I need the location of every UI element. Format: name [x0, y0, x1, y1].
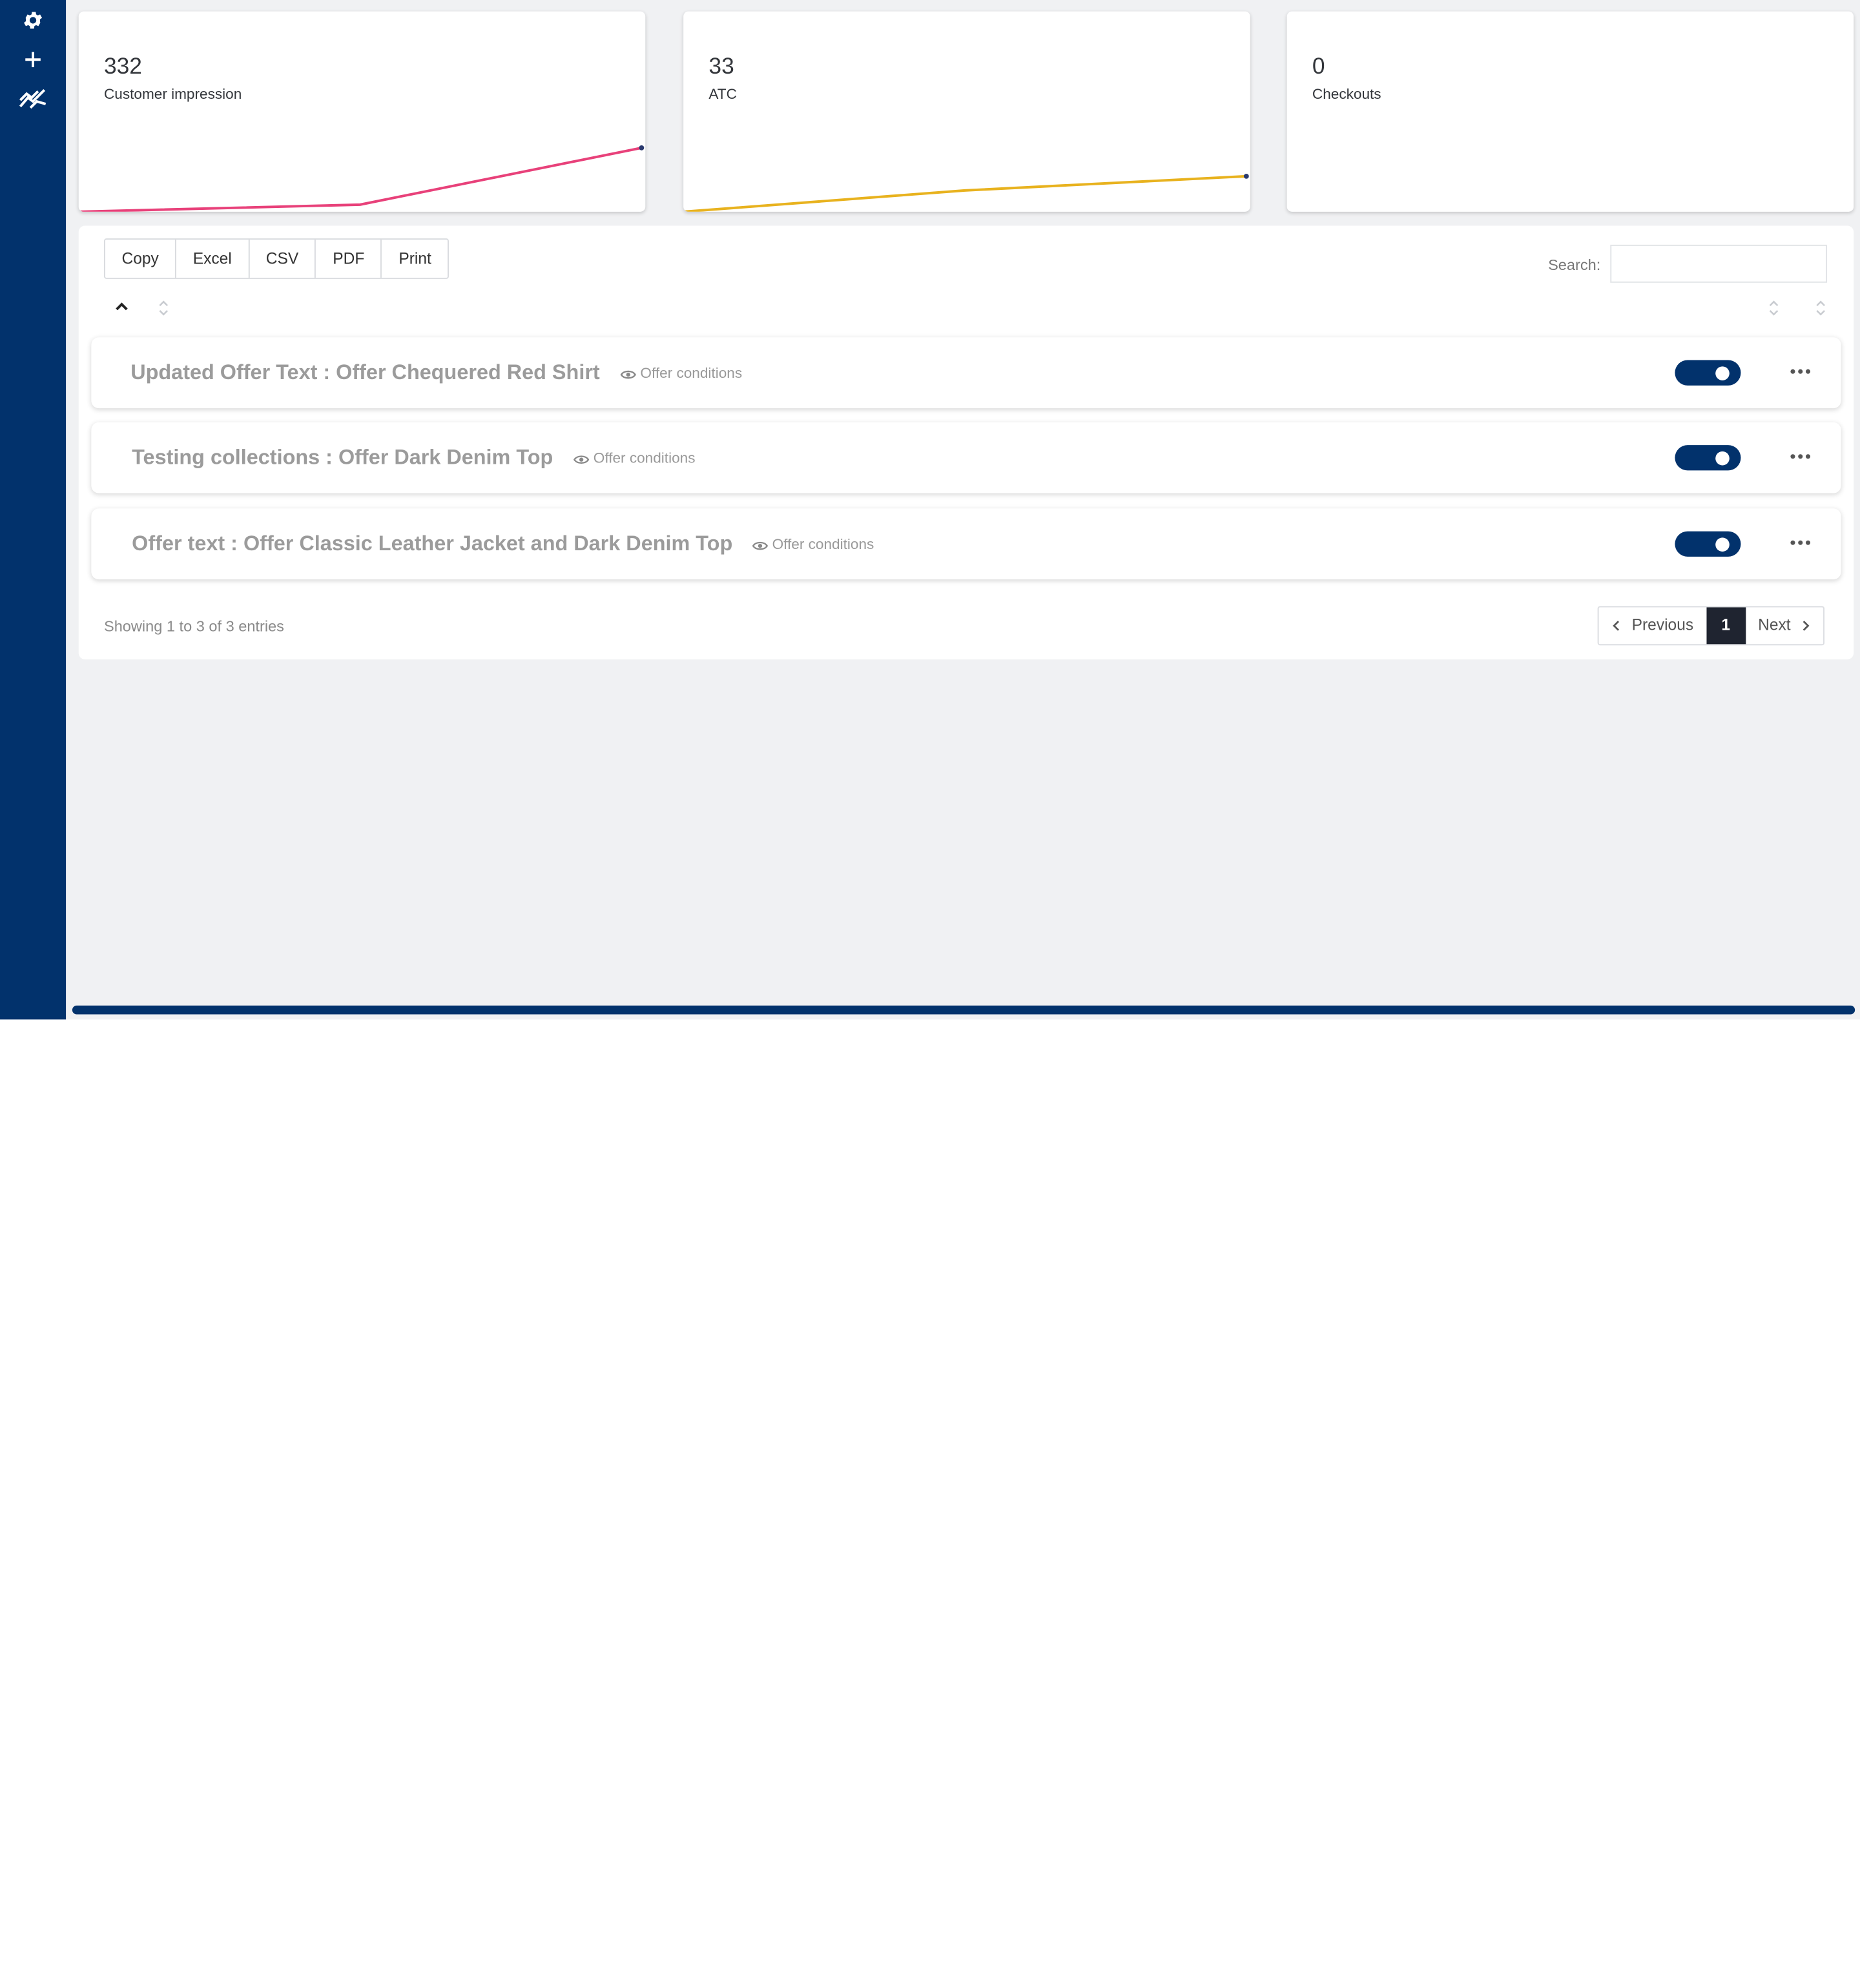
next-label: Next	[1758, 616, 1791, 634]
stat-value: 0	[1312, 53, 1325, 79]
sidebar	[0, 0, 67, 1020]
offer-row: Offer text : Offer Classic Leather Jacke…	[91, 508, 1841, 580]
offer-conditions-label: Offer conditions	[640, 366, 743, 382]
toggle-knob	[1715, 366, 1730, 380]
chevron-right-icon	[1803, 620, 1810, 631]
offer-conditions-label: Offer conditions	[772, 537, 874, 553]
pdf-button[interactable]: PDF	[316, 240, 382, 278]
offer-conditions-link[interactable]: Offer conditions	[752, 536, 874, 554]
app-window: 332 Customer impression 33 ATC 0 Checkou…	[0, 0, 1860, 1020]
page-1-button[interactable]: 1	[1706, 607, 1746, 645]
sparkline-series	[683, 174, 1246, 212]
toggle-knob	[1715, 537, 1730, 552]
sort-neutral-icon[interactable]	[1814, 299, 1827, 316]
toggle-knob	[1715, 451, 1730, 466]
eye-icon	[620, 369, 636, 378]
stat-label: Checkouts	[1312, 87, 1381, 103]
offer-conditions-link[interactable]: Offer conditions	[620, 365, 742, 382]
plus-icon[interactable]	[16, 45, 51, 75]
next-page-button[interactable]: Next	[1746, 607, 1824, 644]
eye-icon	[752, 541, 769, 550]
sparkline-atc	[683, 173, 1249, 212]
table-info-text: Showing 1 to 3 of 3 entries	[103, 617, 284, 636]
copy-button[interactable]: Copy	[105, 240, 177, 278]
offer-title: Updated Offer Text : Offer Chequered Red…	[130, 361, 600, 384]
stat-card-atc: 33 ATC	[683, 11, 1250, 212]
csv-button[interactable]: CSV	[249, 240, 316, 278]
offer-enabled-toggle[interactable]	[1675, 360, 1741, 386]
sparkline-end-point	[639, 145, 645, 150]
pagination: Previous 1 Next	[1597, 606, 1825, 646]
search-input[interactable]	[1610, 244, 1827, 283]
screen: 332 Customer impression 33 ATC 0 Checkou…	[0, 0, 1860, 1987]
offer-title: Offer text : Offer Classic Leather Jacke…	[132, 532, 733, 555]
offer-conditions-label: Offer conditions	[593, 451, 696, 467]
more-options-icon[interactable]	[1785, 534, 1815, 552]
search-label: Search:	[1548, 256, 1601, 274]
previous-page-button[interactable]: Previous	[1599, 607, 1706, 644]
excel-button[interactable]: Excel	[176, 240, 250, 278]
chevron-left-icon	[1613, 620, 1619, 631]
offers-table-panel: Copy Excel CSV PDF Print Search: Updated…	[78, 225, 1854, 659]
offer-enabled-toggle[interactable]	[1675, 445, 1741, 471]
more-options-icon[interactable]	[1785, 448, 1815, 465]
offer-title: Testing collections : Offer Dark Denim T…	[132, 446, 553, 470]
sparkline-series	[78, 146, 642, 212]
offer-row: Testing collections : Offer Dark Denim T…	[91, 422, 1841, 493]
gear-icon[interactable]	[16, 5, 51, 36]
offer-row: Updated Offer Text : Offer Chequered Red…	[91, 337, 1841, 409]
offer-conditions-link[interactable]: Offer conditions	[573, 450, 696, 468]
sparkline-end-point	[1243, 173, 1249, 179]
more-options-icon[interactable]	[1785, 362, 1815, 380]
export-buttons: Copy Excel CSV PDF Print	[103, 238, 450, 279]
analytics-chart-icon[interactable]	[16, 83, 51, 113]
sort-neutral-icon[interactable]	[1768, 299, 1781, 316]
sort-neutral-icon[interactable]	[157, 299, 170, 316]
sparkline-impressions	[78, 145, 645, 212]
eye-icon	[573, 455, 590, 464]
previous-label: Previous	[1631, 616, 1694, 634]
bottom-scrollbar[interactable]	[72, 1005, 1855, 1015]
offer-enabled-toggle[interactable]	[1675, 531, 1741, 557]
stat-card-checkouts: 0 Checkouts	[1286, 11, 1854, 212]
sort-ascending-icon[interactable]	[114, 299, 130, 315]
stat-card-impressions: 332 Customer impression	[78, 11, 646, 212]
print-button[interactable]: Print	[382, 240, 448, 278]
